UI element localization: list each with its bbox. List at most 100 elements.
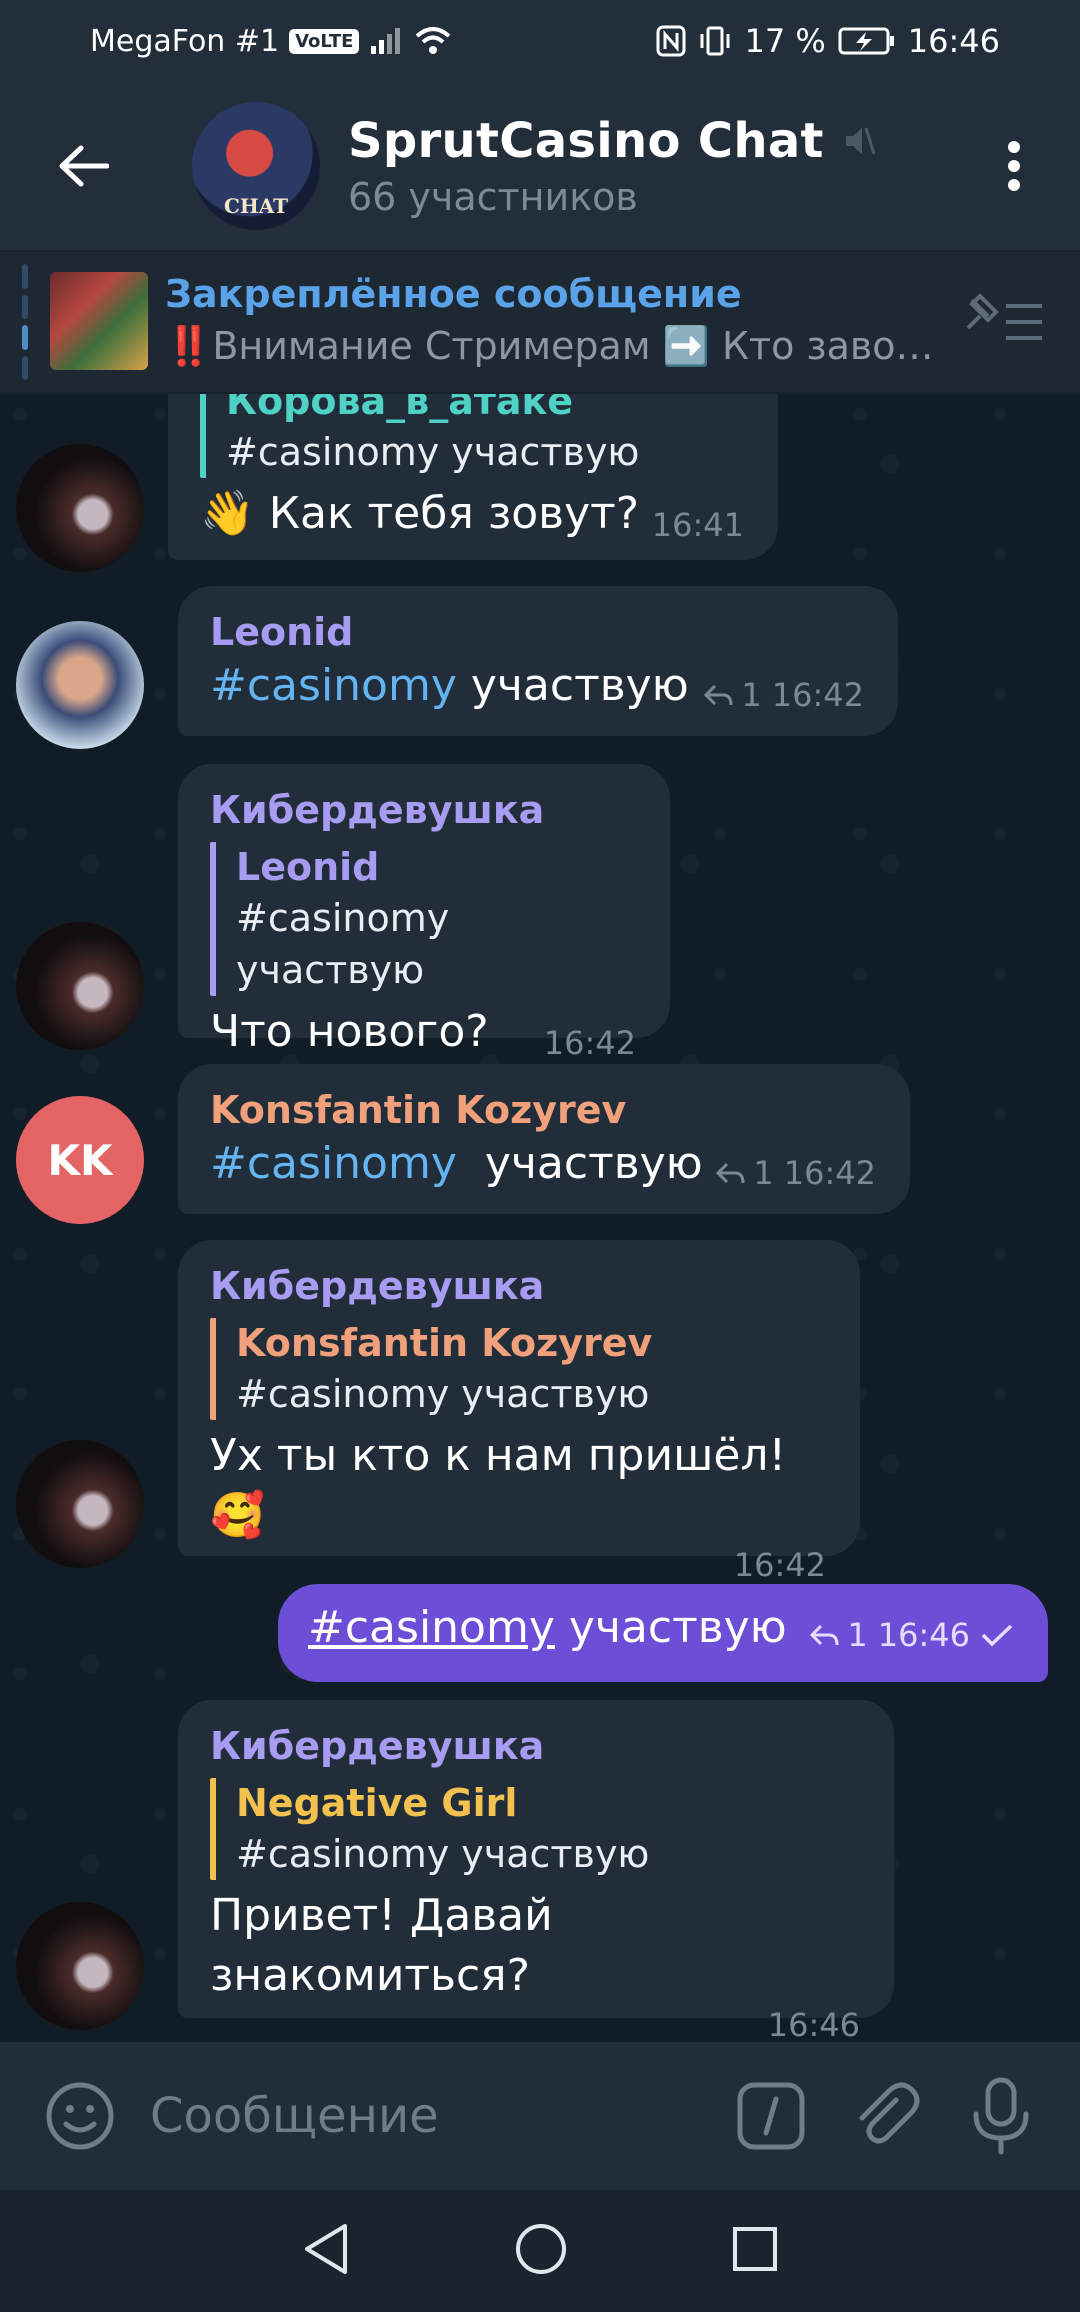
reply-author: Leonid xyxy=(236,845,380,889)
pinned-message-bar[interactable]: Закреплённое сообщение ‼️Внимание Стриме… xyxy=(0,250,1080,394)
message-time: 16:42 xyxy=(783,1154,876,1192)
message-text: Привет! Давай знакомиться? xyxy=(210,1890,553,2001)
reply-text: #casinomy участвую xyxy=(226,430,640,474)
reply-quote[interactable]: Negative Girl #casinomy участвую xyxy=(210,1778,860,1880)
back-button[interactable] xyxy=(38,121,128,211)
avatar[interactable] xyxy=(16,1902,144,2030)
volte-badge: VoLTE xyxy=(289,28,360,54)
nav-back-button[interactable] xyxy=(301,2222,351,2280)
slash-command-icon xyxy=(737,2082,805,2150)
reply-count-button[interactable]: 1 xyxy=(703,676,762,714)
pinned-thumbnail xyxy=(50,272,148,370)
message-time: 16:42 xyxy=(771,676,864,714)
reply-text: #casinomy участвую xyxy=(236,1372,650,1416)
check-icon xyxy=(981,1624,1013,1647)
message-bubble[interactable]: Кибердевушка Negative Girl #casinomy уча… xyxy=(178,1700,894,2042)
message-text: Что нового? xyxy=(210,1006,489,1057)
circle-home-icon xyxy=(515,2224,566,2274)
more-menu-button[interactable] xyxy=(984,121,1044,211)
message-bubble[interactable]: Кибердевушка Konsfantin Kozyrev #casinom… xyxy=(178,1240,860,1584)
reply-count-button[interactable]: 1 xyxy=(715,1154,774,1192)
reply-arrow-icon xyxy=(810,1624,839,1646)
nav-recents-button[interactable] xyxy=(731,2225,779,2277)
avatar[interactable]: KK xyxy=(16,1096,144,1224)
message-text: Ух ты кто к нам пришёл! 🥰 xyxy=(210,1430,787,1541)
nav-home-button[interactable] xyxy=(514,2222,568,2280)
message-time: 16:42 xyxy=(543,1024,636,1062)
reply-author: Negative Girl xyxy=(236,1781,518,1825)
chat-avatar[interactable]: CHAT xyxy=(192,102,320,230)
muted-speaker-icon xyxy=(845,127,876,155)
message-time: 16:46 xyxy=(877,1616,970,1654)
avatar-initials: KK xyxy=(47,1135,113,1185)
bot-commands-button[interactable] xyxy=(736,2081,806,2151)
members-count: 66 участников xyxy=(348,175,638,219)
pinned-indicator xyxy=(22,264,28,380)
attach-button[interactable] xyxy=(850,2080,922,2152)
message-bubble[interactable]: Кибердевушка Leonid #casinomy участвую Ч… xyxy=(178,764,670,1062)
message-list[interactable]: Корова_в_атаке #casinomy участвую 👋 Как … xyxy=(0,394,1080,2042)
message-text: участвую xyxy=(484,1138,703,1189)
sender-name[interactable]: Leonid xyxy=(210,608,864,656)
wifi-icon xyxy=(413,26,453,56)
reply-quote[interactable]: Leonid #casinomy участвую xyxy=(210,842,636,996)
reply-author: Корова_в_атаке xyxy=(226,394,574,423)
avatar[interactable] xyxy=(16,1440,144,1568)
reply-quote[interactable]: Konsfantin Kozyrev #casinomy участвую xyxy=(210,1318,826,1420)
sender-name[interactable]: Кибердевушка xyxy=(210,1262,826,1310)
chat-info[interactable]: SprutCasino Chat 66 участников xyxy=(348,113,876,219)
chat-title: SprutCasino Chat xyxy=(348,113,824,169)
nfc-icon xyxy=(656,25,686,57)
message-time: 16:46 xyxy=(767,2006,860,2042)
more-vertical-icon xyxy=(1008,141,1020,191)
reply-text: #casinomy участвую xyxy=(236,896,450,992)
sender-name[interactable]: Кибердевушка xyxy=(210,1722,860,1770)
message-text: участвую xyxy=(470,660,689,711)
message-bubble[interactable]: Корова_в_атаке #casinomy участвую 👋 Как … xyxy=(168,394,778,560)
paperclip-icon xyxy=(859,2082,920,2144)
hashtag-link[interactable]: #casinomy xyxy=(308,1602,555,1653)
avatar[interactable] xyxy=(16,621,144,749)
battery-percent: 17 % xyxy=(744,22,826,60)
microphone-icon xyxy=(973,2077,1029,2155)
reply-count-button[interactable]: 1 xyxy=(809,1616,868,1654)
sender-name[interactable]: Кибердевушка xyxy=(210,786,636,834)
reply-arrow-icon xyxy=(716,1162,745,1184)
reply-arrow-icon xyxy=(704,684,733,706)
chat-header: CHAT SprutCasino Chat 66 участников xyxy=(0,82,1080,250)
message-time: 16:42 xyxy=(733,1546,826,1584)
signal-icon xyxy=(369,26,403,56)
reply-text: #casinomy участвую xyxy=(236,1832,650,1876)
reply-author: Konsfantin Kozyrev xyxy=(236,1321,653,1365)
emoji-button[interactable] xyxy=(44,2080,116,2152)
message-input[interactable]: Сообщение xyxy=(150,2088,736,2144)
outgoing-message-bubble[interactable]: #casinomy участвую 1 16:46 xyxy=(278,1584,1048,1682)
battery-charging-icon xyxy=(838,26,896,56)
chat-avatar-label: CHAT xyxy=(223,194,289,218)
sender-name[interactable]: Konsfantin Kozyrev xyxy=(210,1086,876,1134)
reply-quote[interactable]: Корова_в_атаке #casinomy участвую xyxy=(200,394,744,478)
message-bubble[interactable]: Leonid #casinomy участвую 1 16:42 xyxy=(178,586,898,736)
triangle-back-icon xyxy=(305,2224,348,2274)
message-bubble[interactable]: Konsfantin Kozyrev #casinomy участвую 1 … xyxy=(178,1064,910,1214)
avatar[interactable] xyxy=(16,922,144,1050)
square-recents-icon xyxy=(732,2227,777,2271)
clock: 16:46 xyxy=(907,22,1000,60)
carrier-name: MegaFon #1 xyxy=(90,23,280,59)
pinned-list-icon xyxy=(966,293,1042,340)
pinned-list-button[interactable] xyxy=(966,292,1046,352)
status-bar: MegaFon #1 VoLTE 17 % 16:46 xyxy=(0,0,1080,82)
avatar[interactable] xyxy=(16,444,144,572)
message-time: 16:41 xyxy=(651,506,744,544)
message-text: участвую xyxy=(568,1602,787,1653)
hashtag-link[interactable]: #casinomy xyxy=(210,660,457,711)
emoji-icon xyxy=(46,2082,114,2150)
arrow-left-icon xyxy=(59,145,109,187)
hashtag-link[interactable]: #casinomy xyxy=(210,1138,457,1189)
pinned-text: ‼️Внимание Стримерам ➡️ Кто заво… xyxy=(165,324,934,368)
vibrate-icon xyxy=(698,25,732,57)
voice-record-button[interactable] xyxy=(966,2076,1036,2156)
message-input-bar: Сообщение xyxy=(0,2042,1080,2190)
message-text: 👋 Как тебя зовут? xyxy=(200,488,640,539)
system-nav-bar xyxy=(0,2190,1080,2312)
